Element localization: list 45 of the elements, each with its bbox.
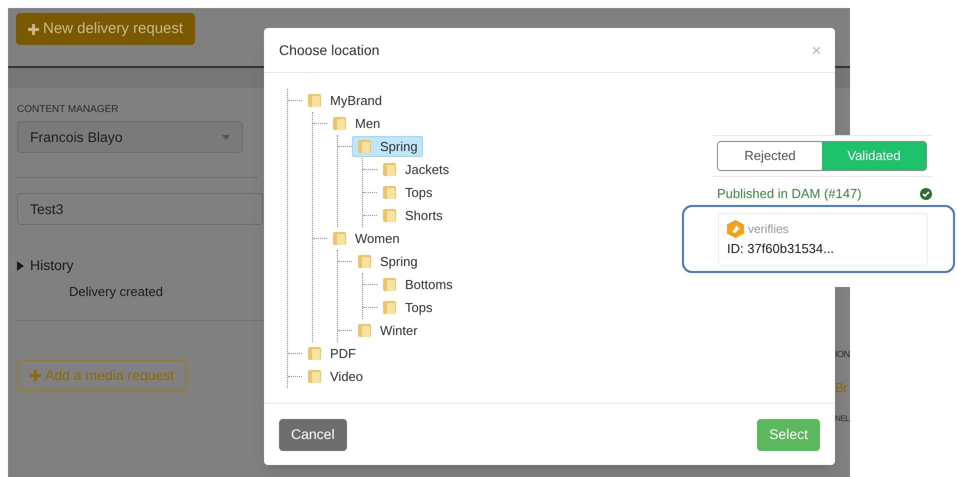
manager-select[interactable]: Francois Blayo: [17, 121, 243, 153]
id-text: ID: 37f60b31534...: [727, 240, 835, 258]
tree-item[interactable]: Winter: [352, 320, 423, 341]
tree-item[interactable]: Video: [302, 366, 368, 387]
folder-icon: [307, 369, 322, 384]
caret-icon: [222, 134, 230, 140]
tree-item[interactable]: Spring: [352, 136, 423, 157]
tree-item[interactable]: Bottoms: [377, 274, 458, 295]
tree-item[interactable]: Women: [327, 228, 405, 249]
plus-icon: [28, 24, 39, 34]
column-text: Br: [835, 378, 848, 396]
plus-icon: [30, 370, 41, 380]
column-text: NEL: [835, 413, 850, 425]
folder-icon: [357, 323, 372, 338]
name-field[interactable]: Test3: [17, 193, 263, 225]
folder-icon: [382, 300, 397, 315]
logo-icon: [727, 220, 744, 238]
folder-icon: [382, 162, 397, 177]
tree-item[interactable]: Shorts: [377, 205, 448, 226]
dialog-title: Choose location: [279, 40, 380, 60]
expand-icon[interactable]: [17, 260, 24, 270]
folder-icon: [382, 185, 397, 200]
folder-icon: [332, 231, 347, 246]
tree-item[interactable]: Tops: [377, 182, 438, 203]
check-icon: [920, 188, 932, 200]
folder-icon: [332, 116, 347, 131]
brand-name: veriflies: [748, 221, 789, 238]
folder-icon: [382, 208, 397, 223]
column-text: ION: [835, 348, 850, 361]
tree-item[interactable]: Men: [327, 113, 386, 134]
field-label: CONTENT MANAGER: [17, 103, 120, 117]
folder-icon: [307, 93, 322, 108]
folder-icon: [307, 346, 322, 361]
tree-item[interactable]: Tops: [377, 297, 438, 318]
folder-icon: [382, 277, 397, 292]
status-text: Published in DAM (#147): [717, 185, 862, 203]
tree-item[interactable]: Jackets: [377, 159, 454, 180]
tree-item[interactable]: MyBrand: [302, 90, 388, 111]
tree-item[interactable]: Spring: [352, 251, 423, 272]
cancel-button[interactable]: Cancel: [279, 418, 347, 450]
folder-icon: [357, 139, 372, 154]
history-entry: Delivery created: [69, 283, 164, 301]
folder-icon: [357, 254, 372, 269]
tree-item[interactable]: PDF: [302, 343, 361, 364]
history-label[interactable]: History: [30, 255, 74, 276]
